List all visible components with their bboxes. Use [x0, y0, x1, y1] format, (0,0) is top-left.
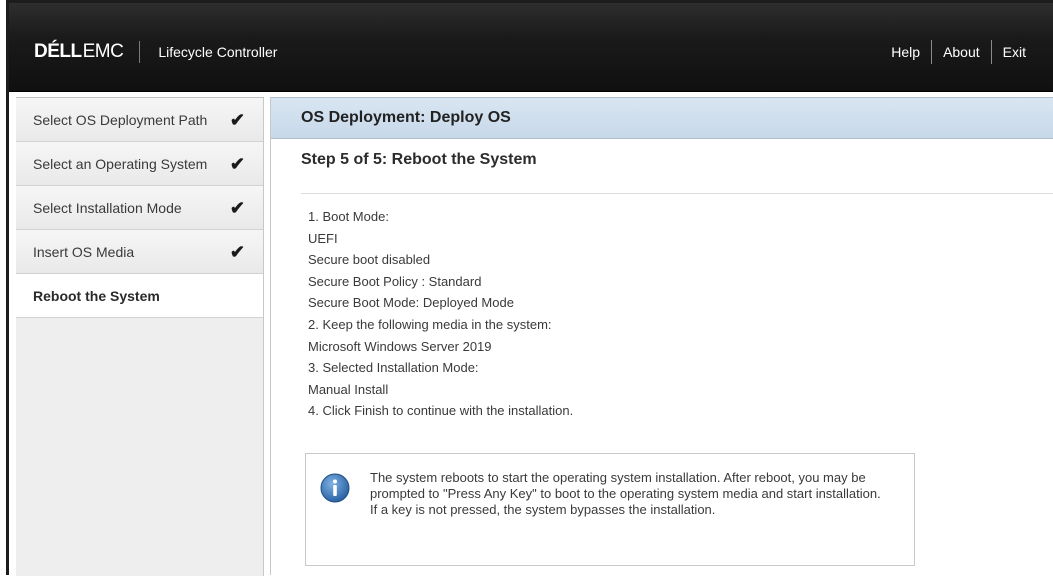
info-note-text: The system reboots to start the operatin…: [370, 470, 881, 517]
brand: DÉLLEMC Lifecycle Controller: [34, 39, 277, 65]
checkmark-icon: ✔: [229, 109, 245, 130]
installation-mode-heading: 3. Selected Installation Mode:: [308, 360, 479, 376]
sidebar-item-select-installation-mode[interactable]: Select Installation Mode ✔: [16, 186, 263, 230]
boot-mode-value: UEFI: [308, 230, 338, 246]
sidebar-item-insert-os-media[interactable]: Insert OS Media ✔: [16, 230, 263, 274]
step-title: Step 5 of 5: Reboot the System: [301, 151, 537, 168]
sidebar-item-label: Select OS Deployment Path: [33, 111, 208, 128]
sidebar-item-select-os-deployment-path[interactable]: Select OS Deployment Path ✔: [16, 98, 263, 142]
top-nav: Help About Exit: [880, 39, 1037, 65]
product-name: Lifecycle Controller: [158, 44, 278, 60]
finish-instruction: 4. Click Finish to continue with the ins…: [308, 403, 574, 419]
page-title: OS Deployment: Deploy OS: [271, 97, 1053, 139]
app-header: DÉLLEMC Lifecycle Controller Help About …: [9, 3, 1053, 92]
main-content: OS Deployment: Deploy OS Step 5 of 5: Re…: [270, 97, 1053, 575]
installation-mode-value: Manual Install: [308, 381, 389, 397]
brand-divider: [139, 41, 141, 63]
sidebar-item-label: Select an Operating System: [33, 155, 208, 172]
media-heading: 2. Keep the following media in the syste…: [308, 316, 552, 332]
media-value: Microsoft Windows Server 2019: [308, 338, 492, 354]
logo-dell: DÉLL: [34, 41, 82, 62]
sidebar-item-label: Insert OS Media: [33, 243, 135, 260]
boot-mode-heading: 1. Boot Mode:: [308, 209, 389, 224]
help-link[interactable]: Help: [880, 44, 931, 60]
logo-emc: EMC: [82, 41, 124, 62]
summary-list: 1. Boot Mode: UEFI Secure boot disabled …: [271, 194, 1053, 422]
secure-boot-policy: Secure Boot Policy : Standard: [308, 273, 482, 289]
about-link[interactable]: About: [932, 44, 991, 60]
sidebar-item-label: Select Installation Mode: [33, 199, 182, 216]
secure-boot-status: Secure boot disabled: [308, 252, 431, 268]
checkmark-icon: ✔: [229, 241, 245, 262]
exit-link[interactable]: Exit: [992, 44, 1037, 60]
checkmark-icon: ✔: [229, 197, 245, 218]
info-note: The system reboots to start the operatin…: [305, 453, 915, 566]
dell-emc-logo: DÉLLEMC: [34, 41, 124, 63]
info-icon: [320, 473, 350, 503]
secure-boot-mode: Secure Boot Mode: Deployed Mode: [308, 295, 514, 311]
sidebar-item-select-operating-system[interactable]: Select an Operating System ✔: [16, 142, 263, 186]
sidebar-item-reboot-the-system[interactable]: Reboot the System: [16, 274, 263, 318]
wizard-steps-sidebar: Select OS Deployment Path ✔ Select an Op…: [16, 97, 264, 576]
checkmark-icon: ✔: [229, 153, 245, 174]
sidebar-item-label: Reboot the System: [33, 287, 160, 304]
